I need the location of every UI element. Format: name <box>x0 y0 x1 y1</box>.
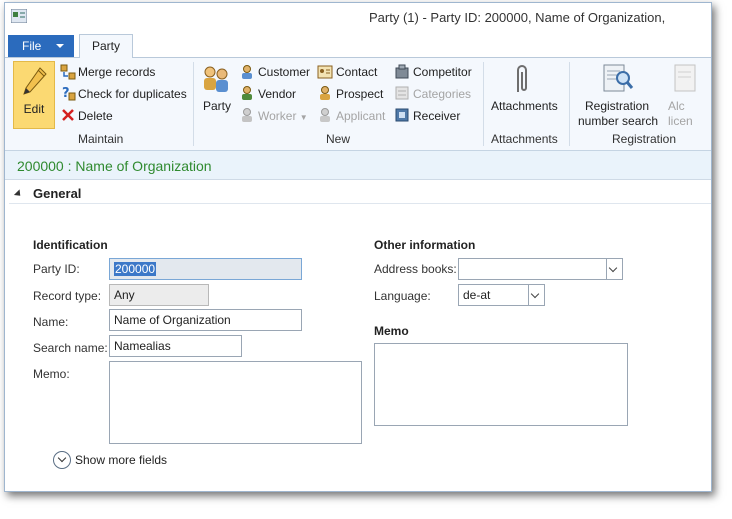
collapse-triangle-icon[interactable] <box>13 189 24 199</box>
vendor-button[interactable]: Vendor <box>258 87 296 101</box>
language-value: de-at <box>463 288 491 302</box>
check-duplicates-button[interactable]: Check for duplicates <box>78 87 187 101</box>
ribbon-separator <box>569 62 570 146</box>
chevron-down-icon <box>56 44 64 48</box>
maintain-group-label: Maintain <box>78 132 124 146</box>
address-books-combo[interactable] <box>458 258 623 280</box>
merge-records-button[interactable]: Merge records <box>78 65 155 79</box>
customer-button[interactable]: Customer <box>258 65 310 79</box>
contact-icon <box>317 65 333 79</box>
categories-button[interactable]: Categories <box>413 87 471 101</box>
edit-label: Edit <box>23 102 45 116</box>
section-general[interactable]: General <box>33 186 81 201</box>
receiver-button[interactable]: Receiver <box>413 109 460 123</box>
ribbon-separator <box>483 62 484 146</box>
record-title: 200000 : Name of Organization <box>17 158 212 174</box>
registration-search-label-2[interactable]: number search <box>578 114 658 128</box>
svg-text:?: ? <box>62 86 70 101</box>
worker-button[interactable]: Worker ▼ <box>258 109 308 123</box>
worker-icon <box>242 108 252 122</box>
app-icon <box>11 9 27 23</box>
customer-icon <box>242 65 252 79</box>
paperclip-icon <box>517 65 527 92</box>
address-books-label: Address books: <box>374 262 457 276</box>
section-divider <box>9 203 711 204</box>
registration-group-label: Registration <box>612 132 677 146</box>
document-icon <box>674 64 696 92</box>
party-id-field[interactable]: 200000 <box>109 258 302 280</box>
competitor-icon <box>395 64 409 79</box>
worker-label: Worker <box>258 109 297 123</box>
attachments-button[interactable]: Attachments <box>491 99 558 113</box>
applicant-icon <box>320 108 330 122</box>
merge-records-icon <box>60 64 76 80</box>
attachments-group-label: Attachments <box>491 132 558 146</box>
language-label: Language: <box>374 289 431 303</box>
address-books-dropdown-icon[interactable] <box>606 259 622 279</box>
other-memo-textarea[interactable] <box>374 343 628 426</box>
tab-party[interactable]: Party <box>79 34 133 58</box>
cut-off-label-1[interactable]: Alc <box>668 99 685 113</box>
prospect-icon <box>320 86 330 100</box>
delete-icon <box>62 109 74 121</box>
ribbon: Edit Merge records ? Check for duplicate… <box>5 58 711 151</box>
search-name-field[interactable]: Namealias <box>109 335 242 357</box>
party-icon <box>204 66 228 92</box>
other-information-heading: Other information <box>374 238 476 252</box>
memo-textarea[interactable] <box>109 361 362 444</box>
window-title: Party (1) - Party ID: 200000, Name of Or… <box>369 10 666 25</box>
new-group-label: New <box>326 132 351 146</box>
ribbon-separator <box>193 62 194 146</box>
prospect-button[interactable]: Prospect <box>336 87 383 101</box>
competitor-button[interactable]: Competitor <box>413 65 472 79</box>
name-label: Name: <box>33 315 69 329</box>
search-name-label: Search name: <box>33 341 108 355</box>
party-window: Party (1) - Party ID: 200000, Name of Or… <box>4 2 712 492</box>
edit-button[interactable]: Edit <box>13 61 55 129</box>
worker-dropdown-arrow-icon: ▼ <box>299 113 308 122</box>
memo-heading: Memo <box>374 324 409 338</box>
title-bar: Party (1) - Party ID: 200000, Name of Or… <box>5 3 711 33</box>
contact-button[interactable]: Contact <box>336 65 377 79</box>
show-more-fields-label: Show more fields <box>75 453 168 467</box>
delete-button[interactable]: Delete <box>78 109 113 123</box>
file-tab[interactable]: File <box>8 35 74 57</box>
categories-icon <box>395 86 409 100</box>
pencil-icon <box>23 67 47 95</box>
party-id-value: 200000 <box>114 262 157 276</box>
vendor-icon <box>242 86 252 100</box>
name-field[interactable]: Name of Organization <box>109 309 302 331</box>
check-duplicates-icon: ? <box>62 86 76 101</box>
registration-search-label-1[interactable]: Registration <box>585 99 649 113</box>
cut-off-label-2[interactable]: licen <box>668 114 693 128</box>
record-header: 200000 : Name of Organization <box>5 151 711 180</box>
identification-heading: Identification <box>33 238 108 252</box>
record-type-label: Record type: <box>33 289 102 303</box>
registration-search-icon <box>603 64 634 92</box>
ribbon-tab-row: File Party <box>5 33 711 58</box>
party-button[interactable]: Party <box>203 99 231 113</box>
record-type-field[interactable]: Any <box>109 284 209 306</box>
file-tab-label: File <box>22 39 42 53</box>
applicant-button[interactable]: Applicant <box>336 109 385 123</box>
memo-label: Memo: <box>33 367 70 381</box>
expand-chevron-icon <box>53 451 71 469</box>
language-combo[interactable]: de-at <box>458 284 545 306</box>
language-dropdown-icon[interactable] <box>528 285 544 305</box>
party-id-label: Party ID: <box>33 262 80 276</box>
receiver-icon <box>395 108 409 122</box>
